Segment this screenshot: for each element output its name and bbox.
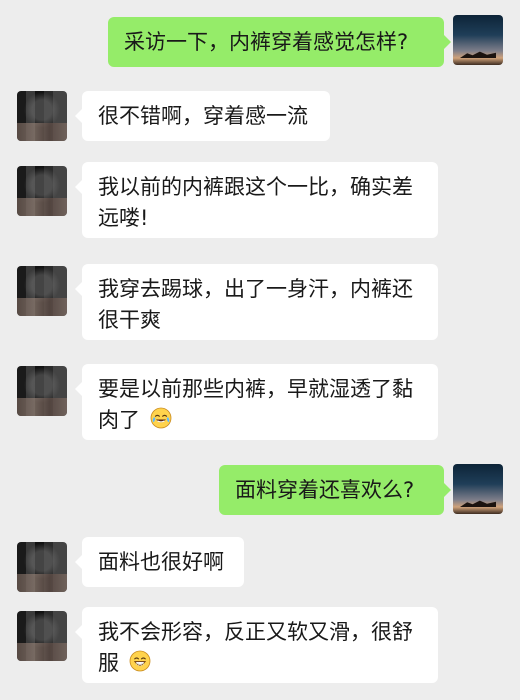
- message-bubble-self[interactable]: 面料穿着还喜欢么?: [219, 465, 451, 515]
- chat-view: 采访一下，内裤穿着感觉怎样? 很不错啊，穿着感一流 我以前的内裤跟这个一比，确实…: [0, 0, 520, 700]
- grinning-emoji-icon: [128, 649, 152, 682]
- laughing-crying-emoji-icon: [149, 406, 173, 439]
- message-text: 面料穿着还喜欢么?: [235, 478, 415, 502]
- message-text-line: 肉了: [98, 408, 140, 432]
- contact-avatar[interactable]: [17, 91, 67, 141]
- message-bubble-contact[interactable]: 很不错啊，穿着感一流: [75, 91, 330, 141]
- message-bubble-contact[interactable]: 我以前的内裤跟这个一比，确实差 远喽!: [75, 162, 438, 238]
- message-text-line: 我不会形容，反正又软又滑，很舒: [98, 620, 413, 644]
- message-text: 很不错啊，穿着感一流: [98, 104, 308, 128]
- message-bubble-contact[interactable]: 我穿去踢球，出了一身汗，内裤还 很干爽: [75, 264, 438, 340]
- message-bubble-contact[interactable]: 要是以前那些内裤，早就湿透了黏 肉了: [75, 364, 438, 440]
- message-bubble-self[interactable]: 采访一下，内裤穿着感觉怎样?: [108, 17, 451, 67]
- contact-avatar[interactable]: [17, 542, 67, 592]
- contact-avatar[interactable]: [17, 166, 67, 216]
- message-text-line: 要是以前那些内裤，早就湿透了黏: [98, 377, 413, 401]
- contact-avatar[interactable]: [17, 266, 67, 316]
- message-text-line: 我以前的内裤跟这个一比，确实差: [98, 175, 413, 199]
- self-avatar[interactable]: [453, 15, 503, 65]
- self-avatar[interactable]: [453, 464, 503, 514]
- message-bubble-contact[interactable]: 面料也很好啊: [75, 537, 244, 587]
- message-text-line: 很干爽: [98, 308, 161, 332]
- contact-avatar[interactable]: [17, 611, 67, 661]
- message-text: 采访一下，内裤穿着感觉怎样?: [124, 30, 409, 54]
- contact-avatar[interactable]: [17, 366, 67, 416]
- message-text-line: 远喽!: [98, 206, 149, 230]
- message-text: 面料也很好啊: [98, 550, 224, 574]
- message-bubble-contact[interactable]: 我不会形容，反正又软又滑，很舒 服: [75, 607, 438, 683]
- message-text-line: 服: [98, 651, 119, 675]
- message-text-line: 我穿去踢球，出了一身汗，内裤还: [98, 277, 413, 301]
